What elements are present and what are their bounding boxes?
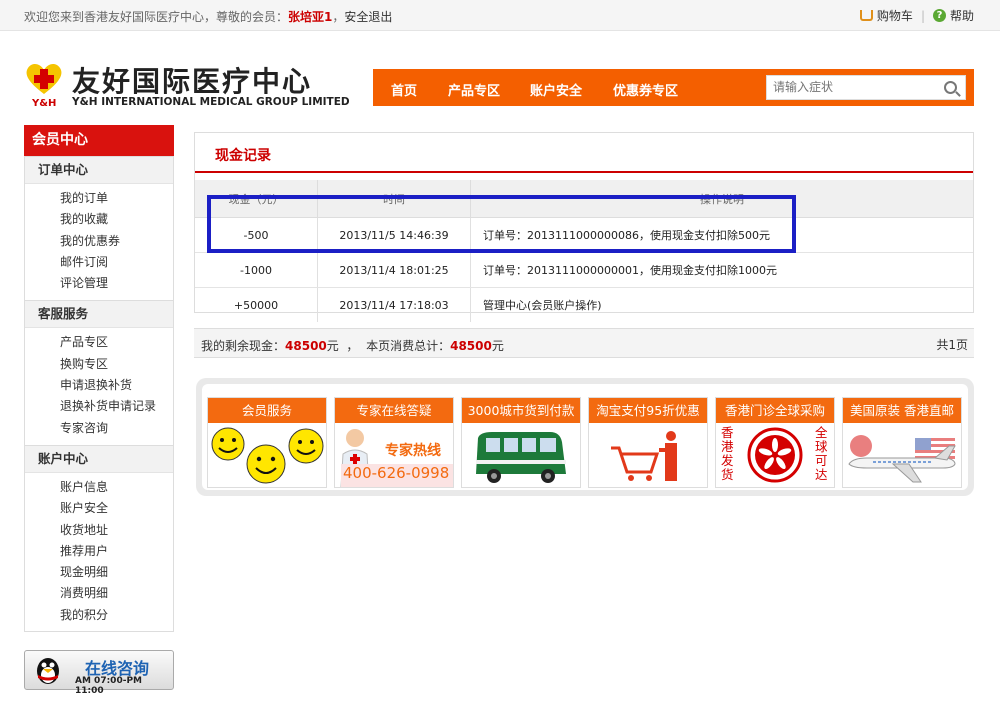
summary-sep: ， (346, 339, 359, 353)
highlight-box (207, 195, 796, 253)
cell-time: 2013/11/4 18:01:25 (317, 252, 471, 288)
online-consult-hours: AM 07:00-PM 11:00 (75, 676, 142, 696)
card-caption: 会员服务 (208, 398, 326, 424)
cell-time: 2013/11/4 17:18:03 (317, 287, 471, 322)
cell-note: 管理中心(会员账户操作) (483, 299, 602, 312)
cash-summary-bar: 我的剩余现金：48500元 ， 本页消费总计：48500元 共1页 (194, 328, 974, 358)
hotline-number: 400-626-0998 (343, 464, 450, 482)
total-label: 本页消费总计： (366, 339, 451, 353)
cell-amount: -1000 (195, 252, 318, 288)
sidebar-item-subscriptions[interactable]: 邮件订阅 (25, 252, 173, 273)
help-icon: ? (932, 9, 946, 22)
table-row: -1000 2013/11/4 18:01:25 订单号：20131110000… (195, 252, 973, 288)
sidebar-group-service: 客服服务 (25, 300, 173, 329)
balance-label: 我的剩余现金： (201, 339, 286, 353)
card-caption: 香港门诊全球采购 (716, 398, 834, 424)
sidebar-item-points[interactable]: 我的积分 (25, 605, 173, 626)
sidebar-item-my-orders[interactable]: 我的订单 (25, 188, 173, 209)
sidebar-item-return-records[interactable]: 退换补货申请记录 (25, 396, 173, 417)
sidebar-item-products[interactable]: 产品专区 (25, 332, 173, 353)
card-hk-clinic[interactable]: 香港门诊全球采购 香港发货 全球可达 (715, 397, 835, 488)
hk-right-text: 全球可达 (815, 425, 828, 482)
logo-en-name: Y&H INTERNATIONAL MEDICAL GROUP LIMITED (72, 96, 350, 108)
nav-account-security[interactable]: 账户安全 (530, 80, 582, 99)
heart-cross-icon (26, 64, 62, 94)
sidebar-list-orders: 我的订单 我的收藏 我的优惠券 邮件订阅 评论管理 (25, 184, 173, 300)
sidebar-item-cash-details[interactable]: 现金明细 (25, 562, 173, 583)
sidebar-item-account-security[interactable]: 账户安全 (25, 498, 173, 519)
username: 张培亚1 (288, 10, 333, 24)
logout-link[interactable]: 安全退出 (344, 10, 392, 24)
table-row: +50000 2013/11/4 17:18:03 管理中心(会员账户操作) (195, 287, 973, 322)
cell-note: 订单号：2013111000000001，使用现金支付扣除1000元 (470, 252, 973, 288)
qq-penguin-icon (37, 658, 59, 684)
online-consult-button[interactable]: 在线咨询 AM 07:00-PM 11:00 (24, 650, 174, 696)
summary-text: 我的剩余现金：48500元 ， 本页消费总计：48500元 (201, 337, 504, 354)
panel-header: 现金记录 (195, 133, 973, 173)
sidebar-title: 会员中心 (24, 125, 174, 156)
main-nav: 首页 产品专区 账户安全 优惠券专区 (373, 69, 974, 106)
cart-link[interactable]: 购物车 (877, 7, 913, 24)
nav-products[interactable]: 产品专区 (448, 80, 500, 99)
sidebar-item-reviews[interactable]: 评论管理 (25, 273, 173, 294)
separator: | (920, 8, 925, 23)
hotline-label: 专家热线 (385, 443, 441, 459)
logo-mark: Y&H (32, 98, 57, 109)
nav-home[interactable]: 首页 (391, 80, 417, 99)
total-unit: 元 (491, 339, 504, 353)
cell-amount: +50000 (195, 287, 318, 322)
sidebar-list-account: 账户信息 账户安全 收货地址 推荐用户 现金明细 消费明细 我的积分 (25, 473, 173, 632)
search-box (766, 75, 966, 100)
page-count: 共1页 (936, 338, 968, 352)
sidebar-group-account: 账户中心 (25, 444, 173, 473)
total-value: 48500 (450, 339, 492, 353)
search-input[interactable] (767, 76, 949, 98)
card-caption: 专家在线答疑 (335, 398, 453, 424)
hk-left-text: 香港发货 (721, 425, 734, 482)
airplane-icon (848, 435, 956, 483)
banner-inner: 会员服务 专家在线答疑 专家热线 400-626-0998 3000城市货到付款 (202, 384, 968, 490)
nav-coupons[interactable]: 优惠券专区 (613, 80, 678, 99)
welcome-text: 欢迎您来到香港友好国际医疗中心，尊敬的会员：张培亚1，安全退出 (24, 8, 392, 25)
card-caption: 美国原装 香港直邮 (843, 398, 961, 424)
cart-icon (859, 10, 873, 21)
card-taobao-discount[interactable]: 淘宝支付95折优惠 (588, 397, 708, 488)
card-us-direct[interactable]: 美国原装 香港直邮 (842, 397, 962, 488)
smiley-faces-icon (211, 427, 324, 484)
sidebar-item-spending-details[interactable]: 消费明细 (25, 583, 173, 604)
sidebar-item-account-info[interactable]: 账户信息 (25, 477, 173, 498)
sidebar-group-orders: 订单中心 (25, 156, 173, 184)
card-cash-on-delivery[interactable]: 3000城市货到付款 (461, 397, 581, 488)
logo-cn-name: 友好国际医疗中心 (72, 65, 313, 98)
card-caption: 3000城市货到付款 (462, 398, 580, 424)
sidebar-item-expert-consult[interactable]: 专家咨询 (25, 418, 173, 439)
balance-value: 48500 (285, 339, 327, 353)
sidebar-item-address[interactable]: 收货地址 (25, 520, 173, 541)
welcome-label: 欢迎您来到香港友好国际医疗中心，尊敬的会员： (24, 10, 289, 24)
top-links: 购物车 | ? 帮助 (859, 7, 974, 24)
sidebar-item-exchange[interactable]: 换购专区 (25, 354, 173, 375)
comma: ， (332, 10, 345, 24)
shopping-cart-icon (611, 431, 677, 481)
panel-title: 现金记录 (215, 148, 271, 164)
member-sidebar: 会员中心 订单中心 我的订单 我的收藏 我的优惠券 邮件订阅 评论管理 客服服务… (24, 125, 174, 632)
help-link[interactable]: 帮助 (950, 7, 974, 24)
sidebar-item-coupons[interactable]: 我的优惠券 (25, 231, 173, 252)
search-icon[interactable] (944, 81, 957, 94)
sidebar-item-return-request[interactable]: 申请退换补货 (25, 375, 173, 396)
sidebar-item-favorites[interactable]: 我的收藏 (25, 209, 173, 230)
delivery-van-icon (476, 432, 566, 483)
top-bar: 欢迎您来到香港友好国际医疗中心，尊敬的会员：张培亚1，安全退出 购物车 | ? … (0, 0, 1000, 31)
site-logo[interactable]: Y&H 友好国际医疗中心 Y&H INTERNATIONAL MEDICAL G… (24, 60, 354, 110)
balance-unit: 元 (326, 339, 339, 353)
sidebar-list-service: 产品专区 换购专区 申请退换补货 退换补货申请记录 专家咨询 (25, 328, 173, 444)
sidebar-item-referrals[interactable]: 推荐用户 (25, 541, 173, 562)
card-caption: 淘宝支付95折优惠 (589, 398, 707, 424)
card-member-service[interactable]: 会员服务 (207, 397, 327, 488)
card-expert-online[interactable]: 专家在线答疑 专家热线 400-626-0998 (334, 397, 454, 488)
service-banner: 会员服务 专家在线答疑 专家热线 400-626-0998 3000城市货到付款 (196, 378, 974, 496)
